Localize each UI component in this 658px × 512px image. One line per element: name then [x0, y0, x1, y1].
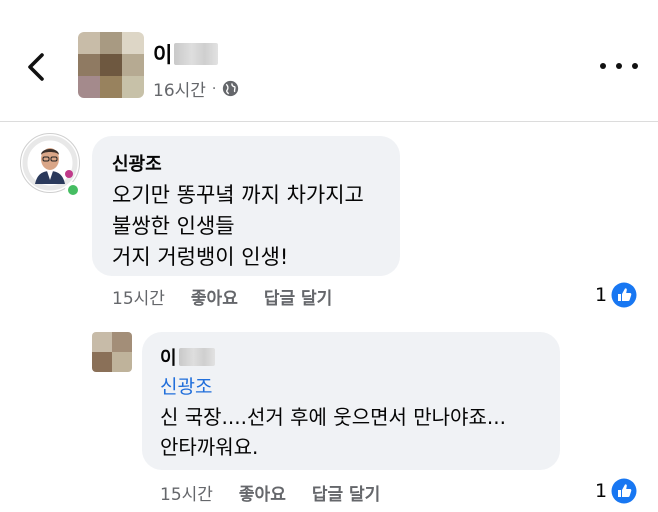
reply-author-name[interactable]: 이 — [160, 344, 177, 370]
post-meta: 16시간 · — [153, 76, 239, 101]
post-author[interactable]: 이 — [153, 39, 219, 69]
comment-actions: 15시간 좋아요 답글 달기 — [112, 284, 358, 309]
post-author-avatar[interactable] — [78, 32, 144, 98]
reaction-count: 1 — [595, 480, 608, 502]
reply-actions: 15시간 좋아요 답글 달기 — [160, 480, 406, 505]
more-options-button[interactable] — [600, 56, 638, 76]
reply-author-avatar[interactable] — [92, 332, 132, 372]
comment-bubble[interactable]: 신광조 오기만 똥꾸녘 까지 차가지고 불쌍한 인생들 거지 거렁뱅이 인생! — [92, 136, 400, 276]
online-status-badge — [65, 182, 81, 198]
reply-bubble[interactable]: 이 신광조 신 국장....선거 후에 웃으면서 만나야죠... 안타까워요. — [142, 332, 560, 470]
more-dot — [616, 63, 622, 69]
mention-link[interactable]: 신광조 — [160, 372, 212, 399]
like-button[interactable]: 좋아요 — [239, 480, 286, 505]
post-header: 이 16시간 · — [0, 0, 658, 120]
reply-author[interactable]: 이 — [160, 344, 215, 370]
chevron-left-icon — [28, 53, 44, 81]
reply-button[interactable]: 답글 달기 — [264, 284, 332, 309]
post-author-name[interactable]: 이 — [153, 39, 172, 69]
more-dot — [600, 63, 606, 69]
header-divider — [0, 121, 658, 122]
like-thumb-icon — [611, 478, 637, 504]
more-dot — [632, 63, 638, 69]
comment-author[interactable]: 신광조 — [112, 150, 162, 176]
reaction-count: 1 — [595, 284, 608, 306]
reaction-summary[interactable]: 1 — [595, 478, 637, 504]
post-timestamp[interactable]: 16시간 — [153, 76, 206, 101]
reply-button[interactable]: 답글 달기 — [312, 480, 380, 505]
globe-icon — [223, 80, 239, 97]
like-button[interactable]: 좋아요 — [191, 284, 238, 309]
meta-separator: · — [211, 80, 217, 97]
name-blur — [178, 348, 215, 366]
reply-text: 신 국장....선거 후에 웃으면서 만나야죠... 안타까워요. — [160, 405, 506, 459]
comment-text: 오기만 똥꾸녘 까지 차가지고 불쌍한 인생들 거지 거렁뱅이 인생! — [112, 183, 364, 269]
comment-time[interactable]: 15시간 — [112, 284, 165, 309]
reply-time[interactable]: 15시간 — [160, 480, 213, 505]
reaction-summary[interactable]: 1 — [595, 282, 637, 308]
name-blur — [174, 43, 219, 65]
like-thumb-icon — [611, 282, 637, 308]
back-button[interactable] — [22, 50, 52, 84]
